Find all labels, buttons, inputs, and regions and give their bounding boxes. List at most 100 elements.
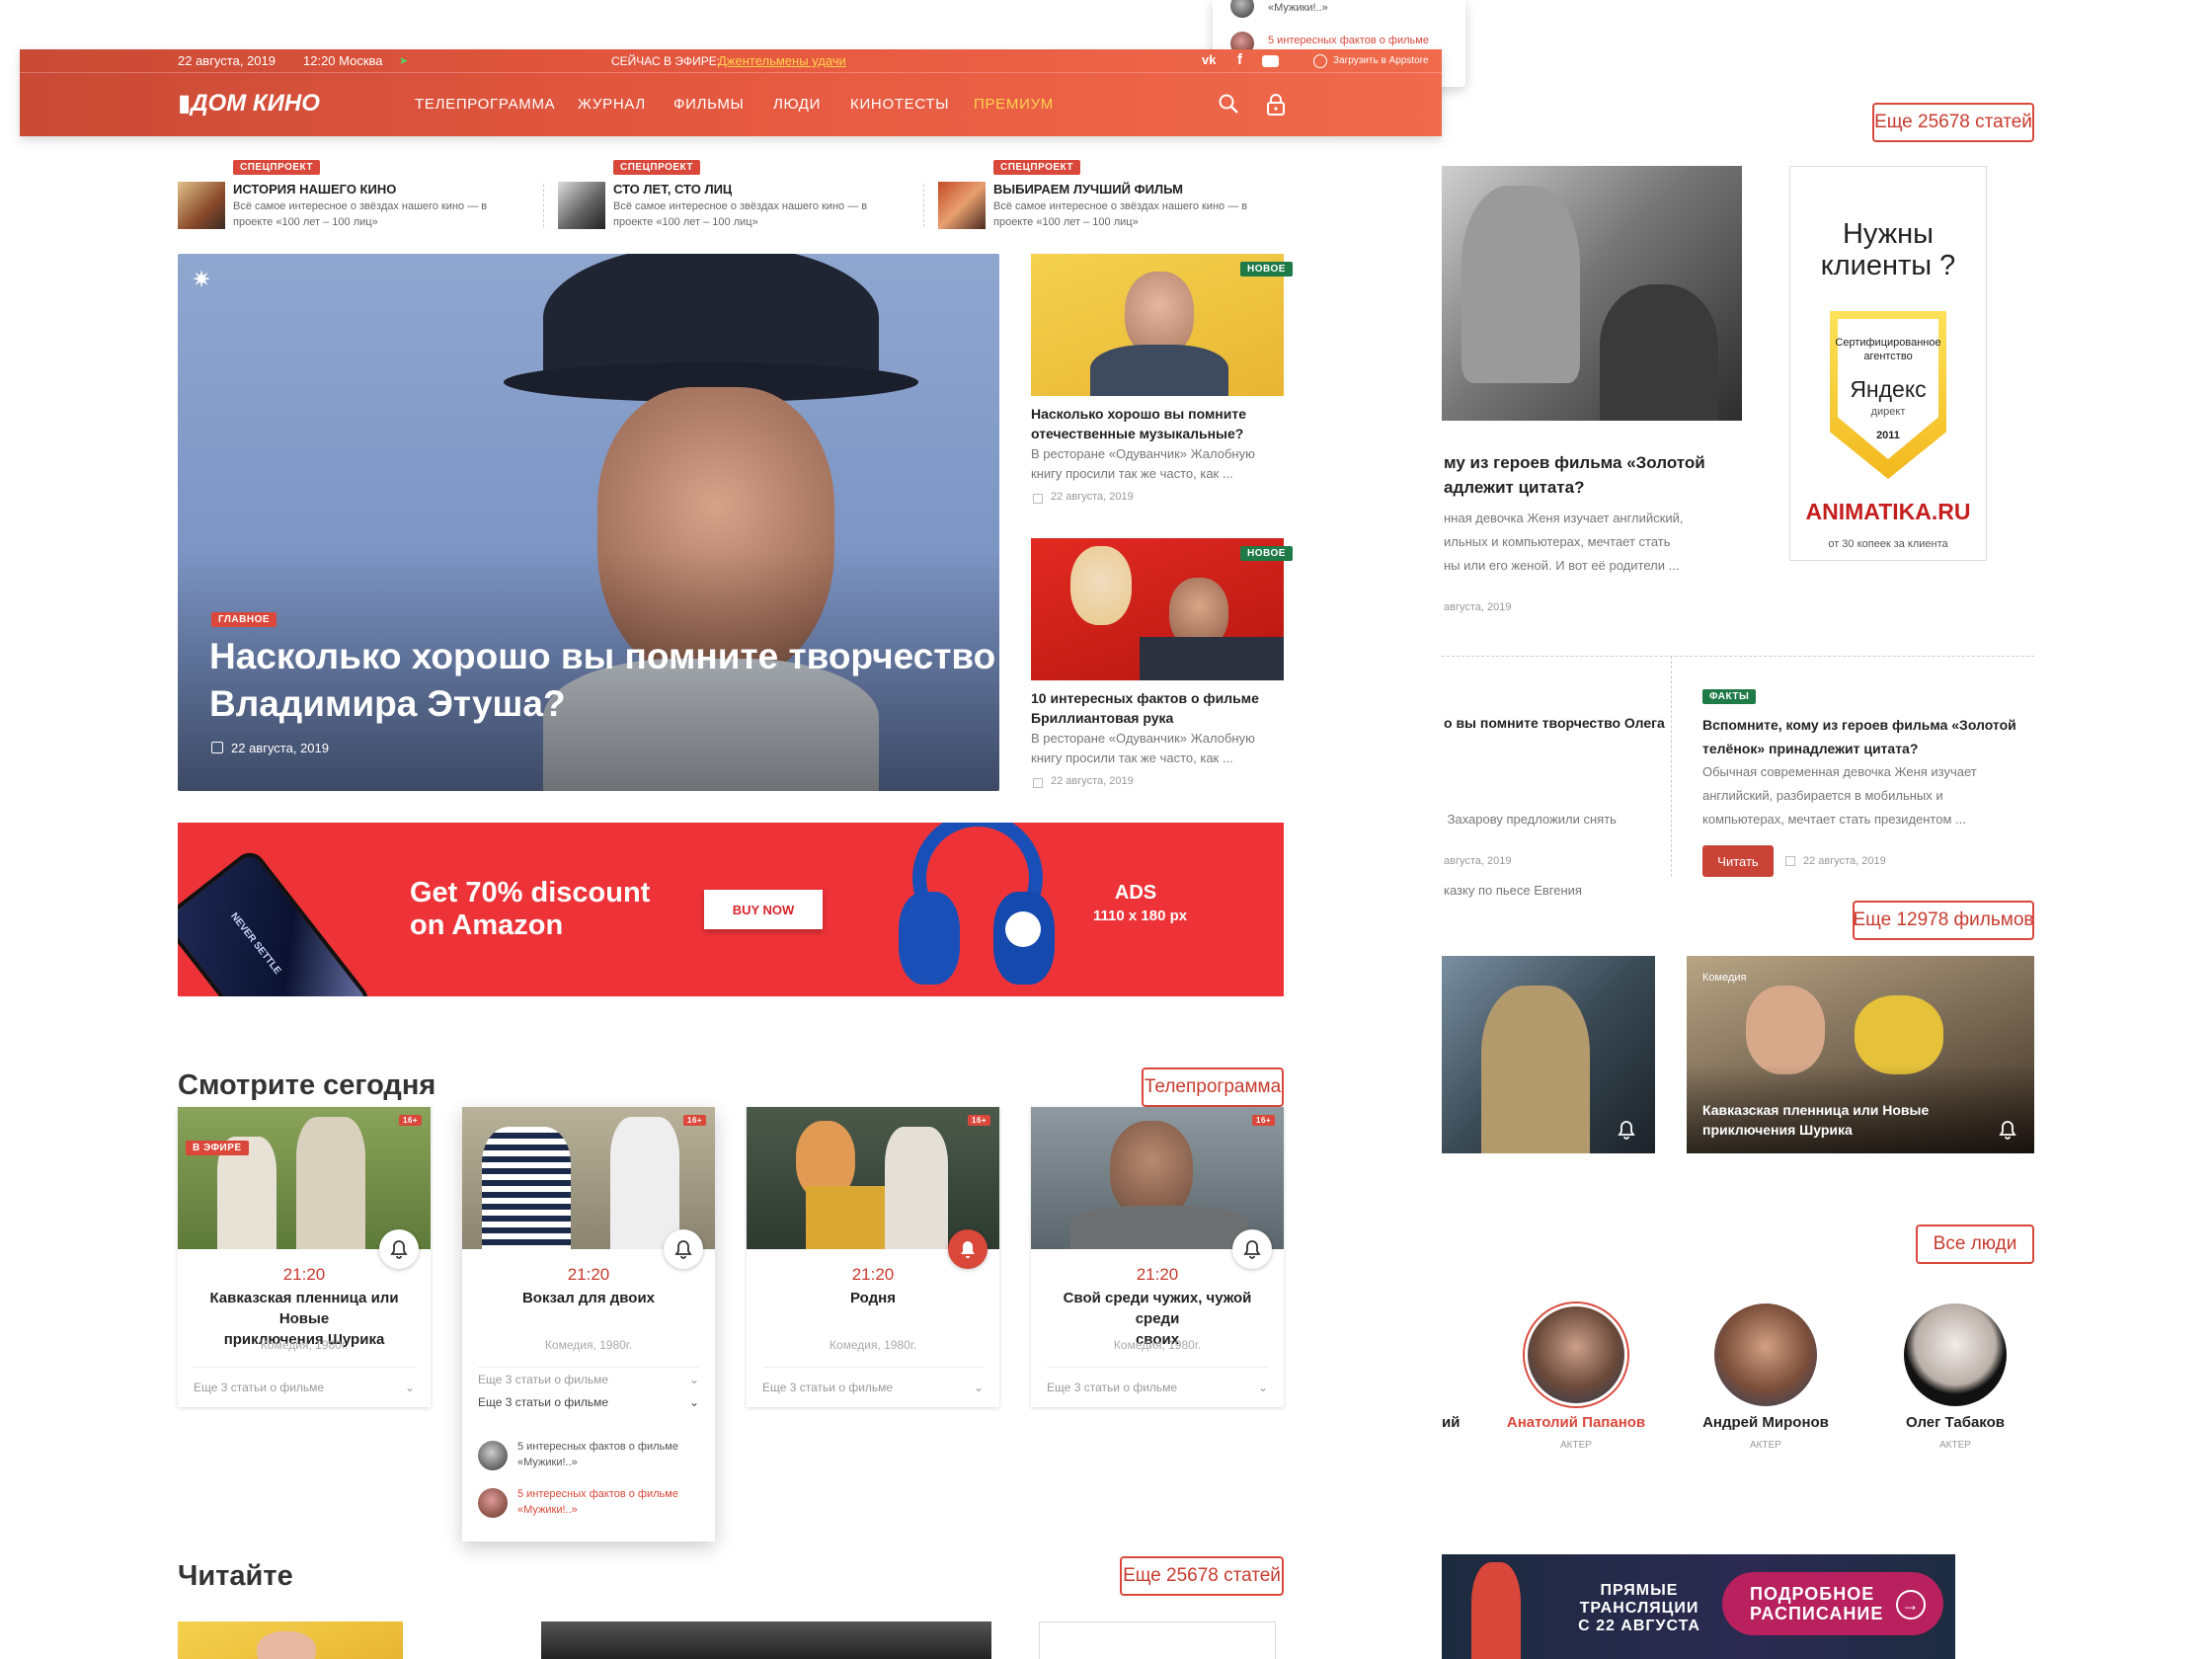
tv-program-button[interactable]: Телепрограмма — [1142, 1067, 1284, 1107]
more-articles-toggle[interactable]: Еще 3 статьи о фильме ⌄ — [194, 1367, 415, 1406]
more-articles-toggle[interactable]: Еще 3 статьи о фильме ⌄ — [478, 1367, 699, 1390]
toggle-label: Еще 3 статьи о фильме — [478, 1372, 609, 1386]
header-top-line: 22 августа, 2019 12:20 Москва ➤ СЕЙЧАС В… — [20, 49, 1442, 73]
facebook-icon[interactable]: f — [1237, 51, 1242, 68]
more-articles-toggle[interactable]: Еще 3 статьи о фильме ⌄ — [762, 1367, 984, 1406]
title-line: приключения Шурика — [1702, 1122, 1853, 1138]
nav-people[interactable]: ЛЮДИ — [773, 96, 821, 113]
person-avatar[interactable] — [1904, 1304, 2007, 1406]
person-role: АКТЕР — [1560, 1440, 1592, 1451]
all-people-button[interactable]: Все люди — [1916, 1224, 2034, 1264]
schedule-button[interactable]: ПОДРОБНОЕ РАСПИСАНИЕ → — [1722, 1572, 1943, 1635]
bell-icon[interactable] — [379, 1229, 419, 1269]
title-line: Родня — [850, 1290, 896, 1306]
search-icon[interactable] — [1218, 93, 1239, 115]
more-films-button[interactable]: Еще 12978 фильмов — [1853, 901, 2034, 940]
read-article-card[interactable] — [1039, 1621, 1276, 1659]
text-line: В ресторане «Одуванчик» Жалобную — [1031, 731, 1255, 746]
tv-card[interactable]: 16+ 21:20 Свой среди чужих, чужой среди … — [1031, 1107, 1284, 1407]
promo-text: ПРЯМЫЕ ТРАНСЛЯЦИИ С 22 АВГУСТА — [1560, 1582, 1718, 1635]
special-title: ИСТОРИЯ НАШЕГО КИНО — [233, 182, 397, 197]
bell-icon-active[interactable] — [948, 1229, 988, 1269]
read-article-image[interactable] — [541, 1621, 991, 1659]
more-articles-button[interactable]: Еще 25678 статей — [1120, 1556, 1284, 1596]
tv-card[interactable]: 16+ 21:20 Родня Комедия, 1980г. Еще 3 ст… — [747, 1107, 999, 1407]
sidebar-ad[interactable]: Нужны клиенты ? Сертифицированное агентс… — [1789, 166, 1987, 561]
text-line: ны или его женой. И вот её родители ... — [1444, 558, 1680, 573]
person-avatar[interactable] — [1525, 1304, 1627, 1406]
text-line: компьютерах, мечтает стать президентом .… — [1702, 812, 1966, 827]
ad-banner[interactable]: NEVER SETTLE Get 70% discount on Amazon … — [178, 823, 1284, 996]
special-item[interactable]: СПЕЦПРОЕКТ ИСТОРИЯ НАШЕГО КИНО Всё самое… — [178, 158, 533, 237]
more-articles-button[interactable]: Еще 25678 статей — [1872, 103, 2034, 142]
article-title[interactable]: о вы помните творчество Олега — [1444, 715, 1665, 731]
appstore-icon[interactable] — [1313, 54, 1327, 68]
site-logo[interactable]: ▮ДОМ КИНО — [178, 89, 320, 118]
side-article-date: 22 августа, 2019 — [1051, 491, 1134, 503]
text-line: казку по пьесе Евгения — [1444, 883, 1582, 898]
promo-line: ПРЯМЫЕ — [1600, 1582, 1679, 1599]
buy-now-button[interactable]: BUY NOW — [704, 890, 823, 929]
tv-card-expanded[interactable]: 16+ 21:20 Вокзал для двоих Комедия, 1980… — [462, 1107, 715, 1541]
side-article-text: В ресторане «Одуванчик» Жалобную книгу п… — [1031, 729, 1284, 768]
article-image-bw[interactable] — [1442, 166, 1742, 421]
related-article[interactable]: 5 интересных фактов о фильме «Мужики!..» — [478, 1439, 705, 1474]
more-articles-toggle-open[interactable]: Еще 3 статьи о фильме ⌄ — [478, 1390, 699, 1414]
chevron-down-icon: ⌄ — [1257, 1380, 1268, 1394]
person-name[interactable]: Анатолий Папанов — [1477, 1414, 1675, 1431]
ad-site: ANIMATIKA.RU — [1805, 499, 1971, 524]
nav-kinotests[interactable]: КИНОТЕСТЫ — [850, 96, 949, 113]
calendar-icon — [1785, 856, 1795, 866]
special-item[interactable]: СПЕЦПРОЕКТ СТО ЛЕТ, СТО ЛИЦ Всё самое ин… — [558, 158, 913, 237]
dropdown-item-text[interactable]: 5 интересных фактов о фильме — [1268, 35, 1429, 46]
appstore-link[interactable]: Загрузить в Appstore — [1333, 55, 1429, 66]
yandex-badge: Сертифицированное агентство Яндекс дирек… — [1830, 311, 1946, 479]
text-line: 5 интересных фактов о фильме — [517, 1441, 678, 1453]
nav-films[interactable]: ФИЛЬМЫ — [673, 96, 745, 113]
article-title[interactable]: му из героев фильма «Золотой адлежит цит… — [1444, 450, 1705, 500]
bell-icon[interactable] — [1232, 1229, 1272, 1269]
on-air-title-link[interactable]: Джентельмены удачи — [718, 53, 846, 68]
tv-card[interactable]: В ЭФИРЕ 16+ 21:20 Кавказская пленница ил… — [178, 1107, 431, 1407]
chevron-down-icon: ⌄ — [973, 1380, 984, 1394]
person-name[interactable]: Олег Табаков — [1856, 1414, 2054, 1431]
article-title[interactable]: Вспомните, кому из героев фильма «Золото… — [1702, 713, 2016, 760]
calendar-icon — [211, 742, 223, 753]
promo-banner[interactable]: ПРЯМЫЕ ТРАНСЛЯЦИИ С 22 АВГУСТА ПОДРОБНОЕ… — [1442, 1554, 1955, 1659]
ad-note: от 30 копеек за клиента — [1828, 538, 1948, 550]
read-article-image[interactable] — [178, 1621, 403, 1659]
tv-card-image — [747, 1107, 999, 1249]
film-card[interactable] — [1442, 956, 1655, 1153]
youtube-icon[interactable] — [1262, 55, 1279, 67]
person-avatar[interactable] — [1714, 1304, 1817, 1406]
bell-icon[interactable] — [1618, 1120, 1635, 1145]
title-line: Вокзал для двоих — [521, 1290, 656, 1306]
badge-text: Сертифицированное — [1835, 337, 1941, 349]
nav-premium[interactable]: ПРЕМИУМ — [974, 96, 1054, 113]
side-article-tag: НОВОЕ — [1240, 262, 1293, 276]
nav-journal[interactable]: ЖУРНАЛ — [578, 96, 646, 113]
headline-line: on Amazon — [410, 909, 564, 941]
bell-icon[interactable] — [664, 1229, 703, 1269]
side-article[interactable]: НОВОЕ 10 интересных фактов о фильме Брил… — [1031, 538, 1293, 795]
person-name[interactable]: Андрей Миронов — [1667, 1414, 1864, 1431]
dropdown-item-text[interactable]: «Мужики!..» — [1268, 2, 1328, 14]
vk-icon[interactable]: vk — [1202, 52, 1216, 67]
text-line: «Мужики!..» — [517, 1504, 578, 1516]
special-item[interactable]: СПЕЦПРОЕКТ ВЫБИРАЕМ ЛУЧШИЙ ФИЛЬМ Всё сам… — [938, 158, 1294, 237]
bell-icon[interactable] — [1999, 1120, 2016, 1145]
hero-article[interactable]: ✷ ГЛАВНОЕ Насколько хорошо вы помните тв… — [178, 254, 999, 791]
title-line: Бриллиантовая рука — [1031, 710, 1174, 726]
side-article[interactable]: НОВОЕ Насколько хорошо вы помните отечес… — [1031, 254, 1293, 511]
title-line: Кавказская пленница или Новые — [1702, 1102, 1930, 1118]
read-button[interactable]: Читать — [1702, 845, 1774, 877]
age-badge: 16+ — [968, 1115, 991, 1126]
headline-line: клиенты ? — [1820, 250, 1956, 281]
text-line: книгу просили так же часто, как ... — [1031, 466, 1233, 481]
on-air-badge: В ЭФИРЕ — [186, 1141, 249, 1155]
related-article[interactable]: 5 интересных фактов о фильме «Мужики!..» — [478, 1486, 705, 1522]
more-articles-toggle[interactable]: Еще 3 статьи о фильме ⌄ — [1047, 1367, 1268, 1406]
nav-tv-program[interactable]: ТЕЛЕПРОГРАММА — [415, 96, 555, 113]
lock-icon[interactable] — [1266, 93, 1286, 117]
film-card[interactable]: Комедия Кавказская пленница или Новые пр… — [1687, 956, 2034, 1153]
